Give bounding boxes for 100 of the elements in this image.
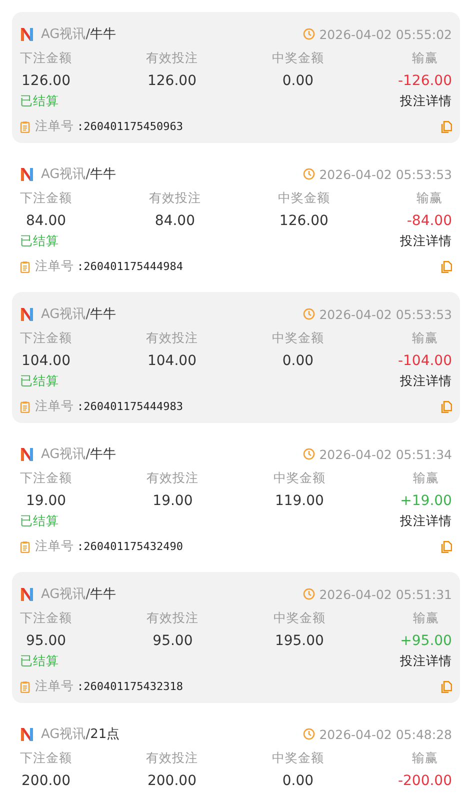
column-label: 下注金额: [20, 49, 72, 67]
win-loss: -126.00: [398, 72, 452, 91]
column-label: 输赢: [412, 749, 438, 767]
order-label: 注单号: [35, 258, 74, 275]
order-label: 注单号: [35, 398, 74, 415]
valid-bet: 19.00: [152, 492, 193, 511]
order-number: :260401175450963: [77, 120, 183, 133]
column-label: 中奖金额: [272, 329, 324, 347]
payout-amount: 0.00: [282, 352, 314, 371]
clock-icon: [303, 588, 316, 600]
column-label: 下注金额: [20, 329, 72, 347]
stake-amount: 200.00: [22, 772, 70, 791]
logo-icon: [20, 446, 35, 462]
clock-icon: [303, 28, 316, 40]
column-label: 有效投注: [146, 609, 199, 627]
bet-details-link[interactable]: 投注详情: [400, 92, 452, 110]
order-label: 注单号: [35, 538, 74, 555]
clock-icon: [303, 728, 316, 740]
bet-time: 2026-04-02 05:51:31: [319, 586, 452, 602]
separator: /: [86, 586, 90, 602]
column-label: 中奖金额: [273, 469, 326, 487]
stake-amount: 19.00: [26, 492, 66, 511]
clipboard-icon: [20, 540, 30, 552]
separator: /: [86, 306, 90, 322]
status-label: 已结算: [20, 372, 59, 390]
status-label: 已结算: [20, 652, 59, 670]
payout-amount: 0.00: [282, 772, 314, 791]
win-loss: -84.00: [406, 212, 452, 231]
win-loss: +95.00: [400, 632, 452, 651]
bet-time: 2026-04-02 05:55:02: [319, 26, 452, 42]
valid-bet: 126.00: [147, 72, 196, 91]
separator: /: [86, 726, 90, 742]
column-label: 有效投注: [146, 469, 199, 487]
valid-bet: 200.00: [147, 772, 196, 791]
column-label: 有效投注: [146, 749, 198, 767]
order-number: :260401175444984: [77, 260, 183, 273]
column-label: 输赢: [413, 609, 440, 627]
bet-time: 2026-04-02 05:48:28: [319, 726, 452, 742]
game-name: 牛牛: [90, 586, 116, 603]
clipboard-icon: [20, 400, 30, 412]
column-label: 中奖金额: [272, 49, 324, 67]
copy-icon[interactable]: [441, 400, 452, 412]
column-label: 中奖金额: [272, 749, 324, 767]
column-label: 输赢: [416, 189, 442, 207]
platform-name: AG视讯: [41, 726, 86, 743]
status-label: 已结算: [20, 232, 59, 250]
payout-amount: 195.00: [274, 632, 324, 651]
separator: /: [86, 446, 90, 462]
logo-icon: [20, 26, 35, 42]
logo-icon: [20, 726, 35, 742]
column-label: 输赢: [412, 49, 438, 67]
column-label: 有效投注: [146, 49, 198, 67]
payout-amount: 0.00: [282, 72, 314, 91]
status-label: 已结算: [20, 512, 59, 530]
bet-details-link[interactable]: 投注详情: [400, 512, 452, 530]
order-number: :260401175432318: [77, 680, 183, 693]
platform-name: AG视讯: [41, 446, 86, 463]
column-label: 输赢: [412, 329, 438, 347]
column-label: 下注金额: [20, 469, 72, 487]
game-name: 牛牛: [90, 26, 116, 43]
column-label: 中奖金额: [278, 189, 330, 207]
stake-amount: 84.00: [26, 212, 66, 231]
order-number: :260401175432490: [77, 540, 183, 553]
separator: /: [86, 166, 90, 182]
bet-details-link[interactable]: 投注详情: [400, 232, 452, 250]
separator: /: [86, 26, 90, 42]
stake-amount: 126.00: [22, 72, 70, 91]
bet-details-link[interactable]: 投注详情: [400, 652, 452, 670]
bet-time: 2026-04-02 05:51:34: [319, 446, 452, 462]
logo-icon: [20, 166, 35, 182]
column-label: 下注金额: [20, 749, 72, 767]
clipboard-icon: [20, 120, 30, 132]
platform-name: AG视讯: [41, 26, 86, 43]
game-name: 21点: [90, 726, 120, 743]
status-label: 已结算: [20, 92, 59, 110]
payout-amount: 119.00: [274, 492, 324, 511]
clipboard-icon: [20, 260, 30, 272]
bet-time: 2026-04-02 05:53:53: [319, 166, 452, 182]
game-name: 牛牛: [90, 446, 116, 463]
column-label: 下注金额: [20, 609, 72, 627]
copy-icon[interactable]: [441, 540, 452, 552]
bet-time: 2026-04-02 05:53:53: [319, 306, 452, 322]
column-label: 下注金额: [20, 189, 72, 207]
column-label: 有效投注: [146, 329, 198, 347]
bet-details-link[interactable]: 投注详情: [400, 372, 452, 390]
stake-amount: 95.00: [26, 632, 66, 651]
win-loss: -200.00: [398, 772, 452, 791]
clock-icon: [303, 168, 316, 180]
clock-icon: [303, 308, 316, 320]
game-name: 牛牛: [90, 306, 116, 323]
column-label: 有效投注: [148, 189, 201, 207]
platform-name: AG视讯: [41, 586, 86, 603]
valid-bet: 95.00: [152, 632, 193, 651]
valid-bet: 84.00: [154, 212, 195, 231]
copy-icon[interactable]: [441, 120, 452, 132]
copy-icon[interactable]: [441, 680, 452, 692]
win-loss: -104.00: [398, 352, 452, 371]
copy-icon[interactable]: [441, 260, 452, 272]
platform-name: AG视讯: [41, 306, 86, 323]
order-label: 注单号: [35, 678, 74, 695]
